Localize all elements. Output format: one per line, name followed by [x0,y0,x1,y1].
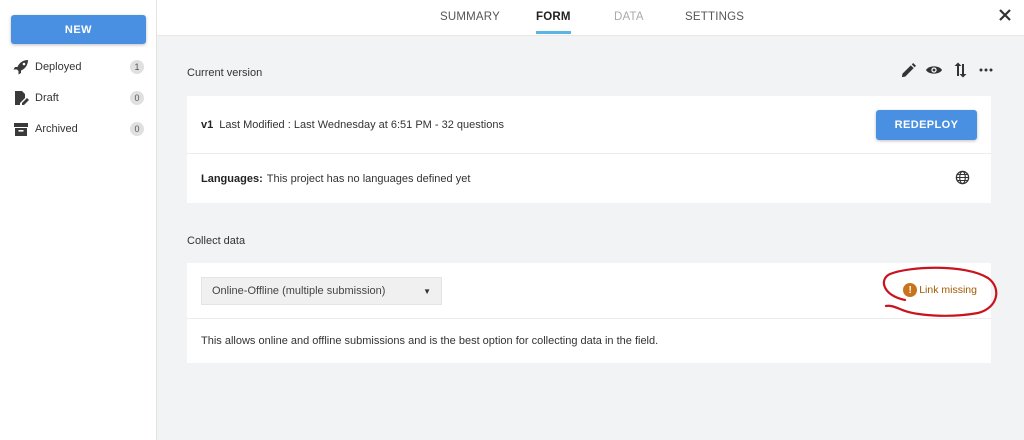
globe-icon[interactable] [955,170,971,186]
languages-label: Languages: [201,172,263,185]
select-value: Online-Offline (multiple submission) [212,285,386,297]
current-version-title: Current version [187,67,263,79]
sidebar-item-label: Draft [35,92,59,104]
languages-row: Languages: This project has no languages… [187,154,991,203]
version-toolbar [900,62,994,78]
tab-bar: SUMMARY FORM DATA SETTINGS [157,0,1024,36]
last-modified-text: Last Modified : Last Wednesday at 6:51 P… [219,118,504,131]
count-badge: 0 [130,91,144,105]
link-status-text: Link missing [919,284,977,296]
version-label: v1 [201,118,214,131]
sidebar-item-draft[interactable]: Draft 0 [12,88,144,108]
collect-data-card: Online-Offline (multiple submission) ▼ !… [187,263,991,363]
collect-method-row: Online-Offline (multiple submission) ▼ !… [187,263,991,319]
current-version-card: v1 Last Modified : Last Wednesday at 6:5… [187,96,991,203]
new-button[interactable]: NEW [11,15,146,44]
sidebar-item-label: Archived [35,123,78,135]
collect-method-select[interactable]: Online-Offline (multiple submission) ▼ [201,277,442,305]
more-options-icon[interactable] [978,62,994,78]
pencil-edit-icon[interactable] [900,62,916,78]
collect-data-title: Collect data [187,235,246,247]
eye-preview-icon[interactable] [926,62,942,78]
close-icon[interactable] [998,8,1012,22]
languages-text: This project has no languages defined ye… [266,172,471,185]
redeploy-button[interactable]: REDEPLOY [876,110,977,140]
collect-description-row: This allows online and offline submissio… [187,319,991,363]
version-row: v1 Last Modified : Last Wednesday at 6:5… [187,96,991,154]
sidebar-item-label: Deployed [35,61,82,73]
tab-settings[interactable]: SETTINGS [685,11,744,23]
link-missing-status: ! Link missing [903,283,977,297]
tab-data[interactable]: DATA [614,11,644,23]
sidebar: NEW Deployed 1 Draft 0 Archived 0 [0,0,157,440]
archive-box-icon [12,120,30,138]
count-badge: 0 [130,122,144,136]
collect-description: This allows online and offline submissio… [201,335,659,347]
replace-sync-icon[interactable] [952,62,968,78]
sidebar-item-archived[interactable]: Archived 0 [12,119,144,139]
tab-form[interactable]: FORM [536,11,571,34]
sidebar-item-deployed[interactable]: Deployed 1 [12,57,144,77]
caret-down-icon: ▼ [423,286,431,296]
draft-edit-icon [12,89,30,107]
rocket-icon [12,58,30,76]
main-content: SUMMARY FORM DATA SETTINGS Current versi… [157,0,1024,440]
count-badge: 1 [130,60,144,74]
tab-summary[interactable]: SUMMARY [440,11,500,23]
warning-icon: ! [903,283,918,297]
